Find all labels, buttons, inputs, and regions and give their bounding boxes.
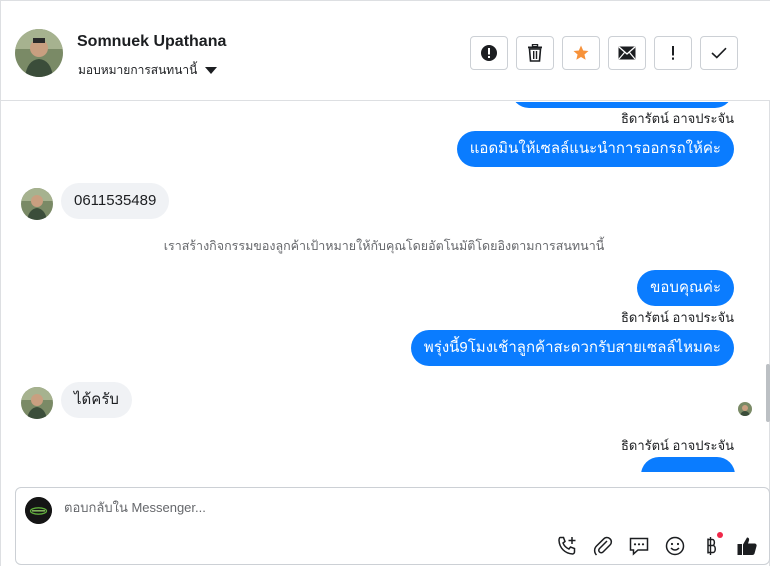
trash-icon	[528, 44, 542, 62]
like-icon[interactable]	[735, 534, 759, 558]
emoji-icon[interactable]	[663, 534, 687, 558]
report-spam-button[interactable]	[470, 36, 508, 70]
saved-reply-icon[interactable]	[627, 534, 651, 558]
page-avatar	[25, 497, 52, 524]
attachment-icon[interactable]	[591, 534, 615, 558]
follow-up-button[interactable]	[654, 36, 692, 70]
star-button[interactable]	[562, 36, 600, 70]
outgoing-message-partial	[641, 457, 735, 472]
assign-conversation-dropdown[interactable]: มอบหมายการสนทนานี้	[78, 61, 218, 80]
message-thread[interactable]: ธิดารัตน์ อาจประจัน แอดมินให้เซลล์แนะนำก…	[1, 102, 767, 472]
sender-name: ธิดารัตน์ อาจประจัน	[620, 310, 734, 325]
composer-tools	[555, 532, 759, 558]
contact-avatar-small	[21, 387, 53, 419]
payment-icon[interactable]	[699, 532, 723, 558]
delete-button[interactable]	[516, 36, 554, 70]
checkmark-icon	[711, 47, 727, 59]
notification-dot	[717, 532, 723, 538]
contact-avatar-small	[21, 188, 53, 220]
contact-name[interactable]: Somnuek Upathana	[77, 33, 226, 51]
assign-label: มอบหมายการสนทนานี้	[78, 63, 198, 77]
scrollbar[interactable]	[766, 364, 770, 422]
star-icon	[573, 45, 589, 60]
reply-composer	[15, 487, 770, 565]
exclamation-icon	[672, 46, 674, 60]
outgoing-message[interactable]: ขอบคุณค่ะ	[637, 270, 734, 306]
read-receipt-avatar	[738, 402, 752, 416]
mark-done-button[interactable]	[700, 36, 738, 70]
outgoing-message[interactable]: แอดมินให้เซลล์แนะนำการออกรถให้ค่ะ	[456, 131, 734, 167]
contact-avatar[interactable]	[15, 29, 63, 77]
conversation-panel: Somnuek Upathana มอบหมายการสนทนานี้ ธิดา…	[0, 0, 770, 566]
envelope-icon	[618, 46, 636, 60]
header-actions	[470, 36, 738, 70]
incoming-message[interactable]: ได้ครับ	[61, 382, 132, 418]
sender-name: ธิดารัตน์ อาจประจัน	[620, 438, 734, 453]
exclamation-circle-icon	[481, 45, 497, 61]
caret-down-icon	[205, 67, 218, 74]
outgoing-message[interactable]: พรุ่งนี้9โมงเช้าลูกค้าสะดวกรับสายเซลล์ไห…	[410, 330, 734, 366]
conversation-header: Somnuek Upathana มอบหมายการสนทนานี้	[1, 1, 770, 101]
sender-name: ธิดารัตน์ อาจประจัน	[620, 111, 734, 126]
system-note: เราสร้างกิจกรรมของลูกค้าเป้าหมายให้กับคุ…	[163, 239, 605, 253]
incoming-message[interactable]: 0611535489	[61, 183, 170, 219]
call-add-icon[interactable]	[555, 534, 579, 558]
reply-input[interactable]	[64, 500, 704, 515]
mark-unread-button[interactable]	[608, 36, 646, 70]
